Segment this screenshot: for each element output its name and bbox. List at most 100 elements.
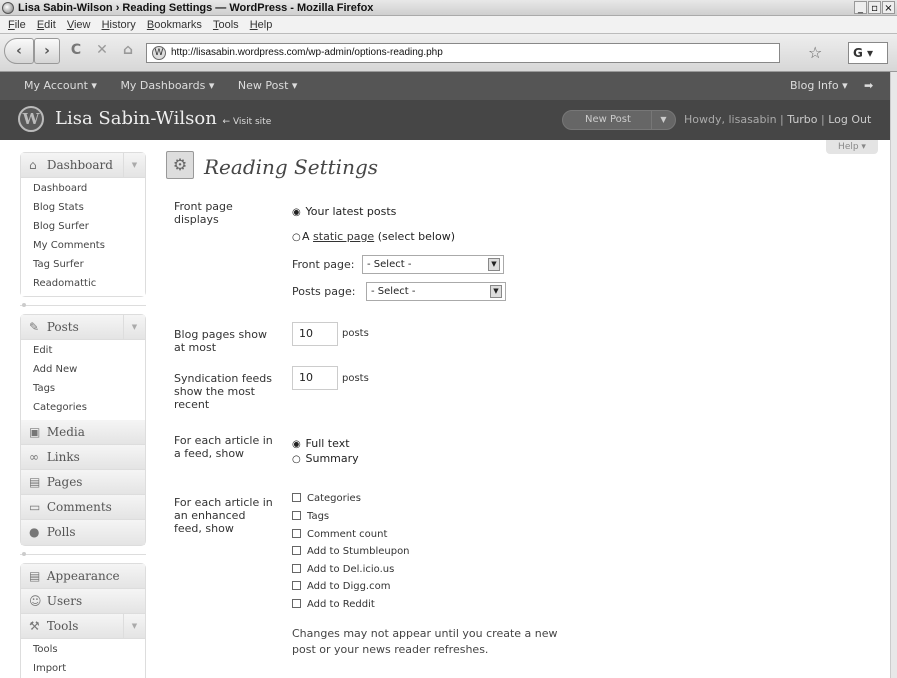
submenu-item-tools[interactable]: Tools [33,640,145,659]
reload-button[interactable]: C [64,38,88,64]
bookmark-star-icon[interactable]: ☆ [808,43,822,62]
home-icon: ⌂ [29,158,37,172]
minimize-button[interactable]: _ [854,1,867,14]
radio-full-text[interactable]: ◉ Full text [292,437,350,450]
checkbox-reddit[interactable]: Add to Reddit [292,599,375,611]
sidebar-item-links[interactable]: ∞ Links [21,445,145,470]
feed-article-label: For each article in a feed, show [174,434,273,460]
new-post-button[interactable]: New Post ▼ [562,110,676,130]
vertical-scrollbar[interactable] [890,72,897,678]
menu-history[interactable]: History [102,16,136,34]
reading-settings-icon: ⚙ [166,151,194,179]
blog-pages-input[interactable]: 10 [292,322,338,346]
submenu-item-tags[interactable]: Tags [33,379,145,398]
sidebar-item-label: Dashboard [46,158,113,172]
menu-separator [20,297,146,314]
submenu-item-dashboard[interactable]: Dashboard [33,179,145,198]
submenu-item-categories[interactable]: Categories [33,398,145,417]
sidebar-item-tools[interactable]: ⚒ Tools ▼ [21,614,145,639]
submenu-item-readomattic[interactable]: Readomattic [33,274,145,293]
maximize-button[interactable]: ▫ [868,1,881,14]
front-page-select[interactable]: - Select - ▼ [362,255,504,274]
forward-button[interactable]: › [34,38,60,64]
checkbox-categories[interactable]: Categories [292,493,361,505]
menu-view[interactable]: View [67,16,91,34]
radio-unselected-icon: ○ [292,232,301,243]
checkbox-icon[interactable] [292,511,301,520]
checkbox-icon[interactable] [292,599,301,608]
home-button[interactable]: ⌂ [116,38,140,64]
checkbox-tags[interactable]: Tags [292,511,329,523]
blog-info-menu[interactable]: Blog Info ▾ [790,72,848,100]
radio-latest-posts[interactable]: ◉ Your latest posts [292,205,396,218]
url-bar[interactable]: http://lisasabin.wordpress.com/wp-admin/… [146,43,780,63]
checkbox-digg[interactable]: Add to Digg.com [292,581,390,593]
menu-bookmarks[interactable]: Bookmarks [147,16,202,34]
log-out-link[interactable]: Log Out [828,113,871,126]
help-tab[interactable]: Help ▾ [826,140,878,154]
checkbox-label: Add to Del.icio.us [307,564,395,575]
menu-edit[interactable]: Edit [37,16,56,34]
submenu-item-blog-surfer[interactable]: Blog Surfer [33,217,145,236]
sidebar-item-label: Users [46,594,83,608]
sidebar-item-appearance[interactable]: ▤ Appearance [21,564,145,589]
checkbox-icon[interactable] [292,581,301,590]
submenu-item-tag-surfer[interactable]: Tag Surfer [33,255,145,274]
radio-summary[interactable]: ○ Summary [292,452,359,465]
syndication-input[interactable]: 10 [292,366,338,390]
menu-tools[interactable]: Tools [213,16,239,34]
visit-site-link[interactable]: ← Visit site [223,117,272,127]
sidebar-item-pages[interactable]: ▤ Pages [21,470,145,495]
submenu-item-import[interactable]: Import [33,659,145,678]
enhanced-feed-label: For each article in an enhanced feed, sh… [174,496,273,535]
sidebar-item-polls[interactable]: ● Polls [21,520,145,545]
checkbox-label: Add to Stumbleupon [307,546,410,557]
new-post-menu[interactable]: New Post ▾ [238,79,298,92]
sidebar-item-dashboard[interactable]: ⌂ Dashboard ▼ [21,153,145,178]
stop-button[interactable]: ✕ [90,38,114,64]
syndication-label: Syndication feeds show the most recent [174,372,272,411]
site-title: Lisa Sabin-Wilson ← Visit site [55,108,271,129]
settings-note: Changes may not appear until you create … [292,627,558,656]
submenu-item-my-comments[interactable]: My Comments [33,236,145,255]
menu-file[interactable]: File [8,16,26,34]
checkbox-icon[interactable] [292,546,301,555]
checkbox-icon[interactable] [292,493,301,502]
radio-static-page[interactable]: ○A static page (select below) [292,230,455,243]
back-button[interactable]: ‹ [4,38,34,64]
checkbox-icon[interactable] [292,564,301,573]
toggle-arrow-icon[interactable]: ▼ [123,614,145,639]
menu-help[interactable]: Help [250,16,273,34]
page-title: Reading Settings [204,155,379,179]
toggle-arrow-icon[interactable]: ▼ [123,315,145,340]
checkbox-icon[interactable] [292,529,301,538]
static-page-link[interactable]: static page [313,230,374,243]
reload-icon: C [70,42,82,58]
chevron-down-icon[interactable]: ▼ [651,111,675,129]
turbo-link[interactable]: Turbo [787,113,817,126]
checkbox-delicious[interactable]: Add to Del.icio.us [292,564,394,576]
sidebar-item-comments[interactable]: ▭ Comments [21,495,145,520]
wordpress-logo-icon: W [18,106,44,132]
checkbox-label: Add to Digg.com [307,581,391,592]
checkbox-stumbleupon[interactable]: Add to Stumbleupon [292,546,410,558]
submenu-item-edit[interactable]: Edit [33,341,145,360]
close-window-button[interactable]: × [882,1,895,14]
sidebar-item-posts[interactable]: ✎ Posts ▼ [21,315,145,340]
sidebar-item-media[interactable]: ▣ Media [21,420,145,445]
blog-pages-unit: posts [342,328,369,339]
posts-page-select[interactable]: - Select - ▼ [366,282,506,301]
submenu-item-blog-stats[interactable]: Blog Stats [33,198,145,217]
search-engine-button[interactable]: G ▾ [848,42,888,64]
toggle-arrow-icon[interactable]: ▼ [123,153,145,178]
checkbox-comment-count[interactable]: Comment count [292,529,387,541]
arrow-icon[interactable]: ➡ [864,72,873,100]
my-dashboards-menu[interactable]: My Dashboards ▾ [120,79,214,92]
howdy-link[interactable]: Howdy, lisasabin [684,113,777,126]
my-account-menu[interactable]: My Account ▾ [24,79,97,92]
submenu-item-add-new[interactable]: Add New [33,360,145,379]
navigation-toolbar: ‹ › C ✕ ⌂ http://lisasabin.wordpress.com… [0,34,897,72]
radio-label-suffix: (select below) [377,230,455,243]
sidebar-item-users[interactable]: ☺ Users [21,589,145,614]
site-title-text: Lisa Sabin-Wilson [55,108,217,129]
